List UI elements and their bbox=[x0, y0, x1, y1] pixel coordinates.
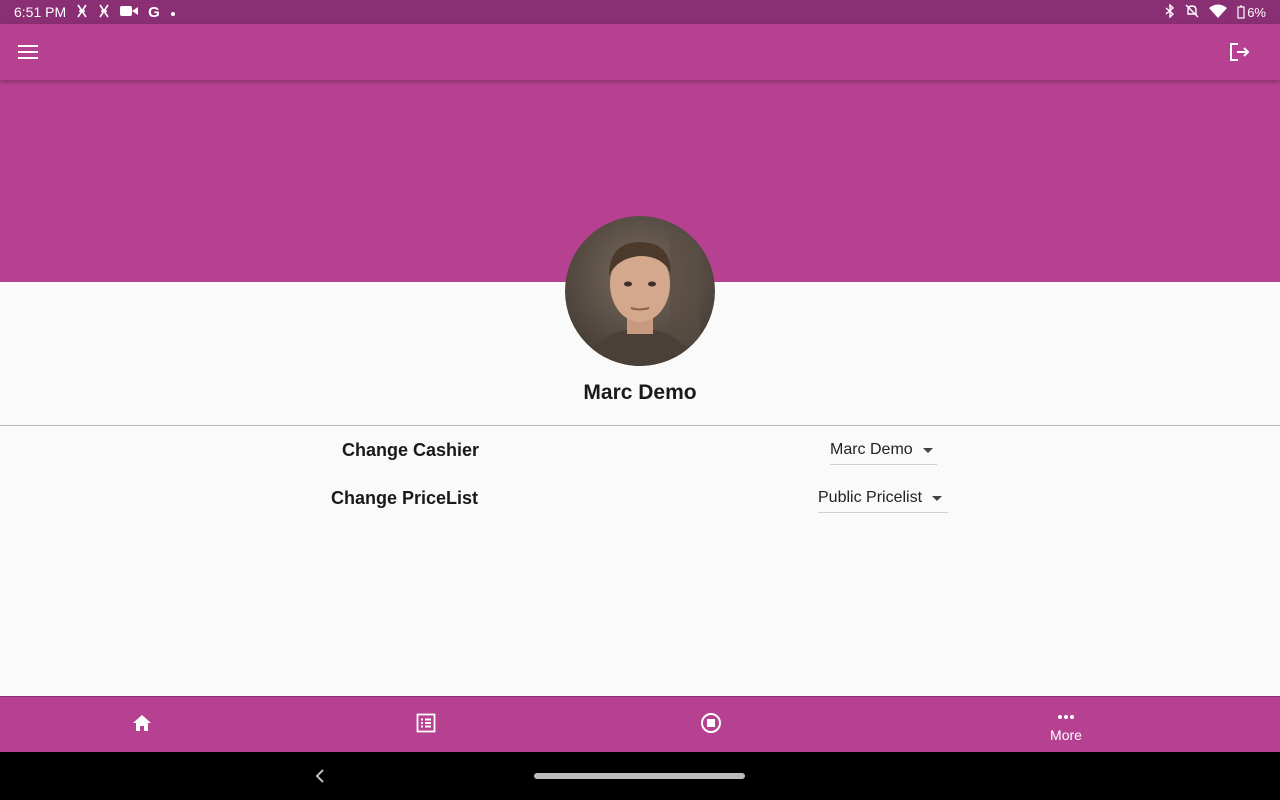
divider bbox=[0, 425, 1280, 426]
cashier-dropdown[interactable]: Marc Demo bbox=[830, 435, 937, 465]
dot-icon bbox=[170, 4, 176, 20]
stop-circle-icon bbox=[700, 712, 722, 739]
home-icon bbox=[132, 714, 152, 737]
nav-more[interactable]: More bbox=[1006, 697, 1126, 753]
caret-down-icon bbox=[932, 496, 943, 501]
back-icon[interactable] bbox=[312, 766, 328, 786]
menu-icon[interactable] bbox=[8, 32, 48, 72]
avatar bbox=[565, 216, 715, 366]
app-bar bbox=[0, 24, 1280, 80]
profile-name: Marc Demo bbox=[583, 381, 697, 404]
status-time: 6:51 PM bbox=[14, 4, 67, 20]
change-cashier-label: Change Cashier bbox=[341, 440, 479, 460]
video-icon bbox=[120, 4, 139, 20]
home-gesture-pill[interactable] bbox=[534, 773, 745, 779]
bluetooth-icon bbox=[1165, 2, 1175, 21]
pricelist-dropdown-value: Public Pricelist bbox=[818, 488, 923, 506]
nav-list[interactable] bbox=[366, 697, 486, 753]
logout-icon[interactable] bbox=[1220, 32, 1260, 72]
mute-icon bbox=[1185, 4, 1199, 21]
list-icon bbox=[416, 713, 436, 738]
change-pricelist-label: Change PriceList bbox=[330, 488, 478, 508]
nav-stop[interactable] bbox=[651, 697, 771, 753]
fitness-icon bbox=[76, 4, 88, 21]
cashier-dropdown-value: Marc Demo bbox=[830, 440, 913, 458]
bottom-navigation: More bbox=[0, 696, 1280, 752]
more-icon bbox=[1057, 707, 1075, 725]
caret-down-icon bbox=[922, 448, 933, 453]
wifi-icon bbox=[1209, 4, 1228, 21]
pricelist-dropdown[interactable]: Public Pricelist bbox=[818, 483, 948, 513]
nav-home[interactable] bbox=[82, 697, 202, 753]
battery-icon: 6% bbox=[1237, 5, 1266, 20]
battery-level: 6% bbox=[1247, 4, 1266, 20]
fitness-icon bbox=[98, 4, 110, 21]
nav-more-label: More bbox=[1050, 727, 1082, 743]
status-bar: 6:51 PM G 6% bbox=[0, 0, 1280, 24]
system-navigation-bar bbox=[0, 752, 1280, 800]
google-icon: G bbox=[148, 3, 160, 21]
